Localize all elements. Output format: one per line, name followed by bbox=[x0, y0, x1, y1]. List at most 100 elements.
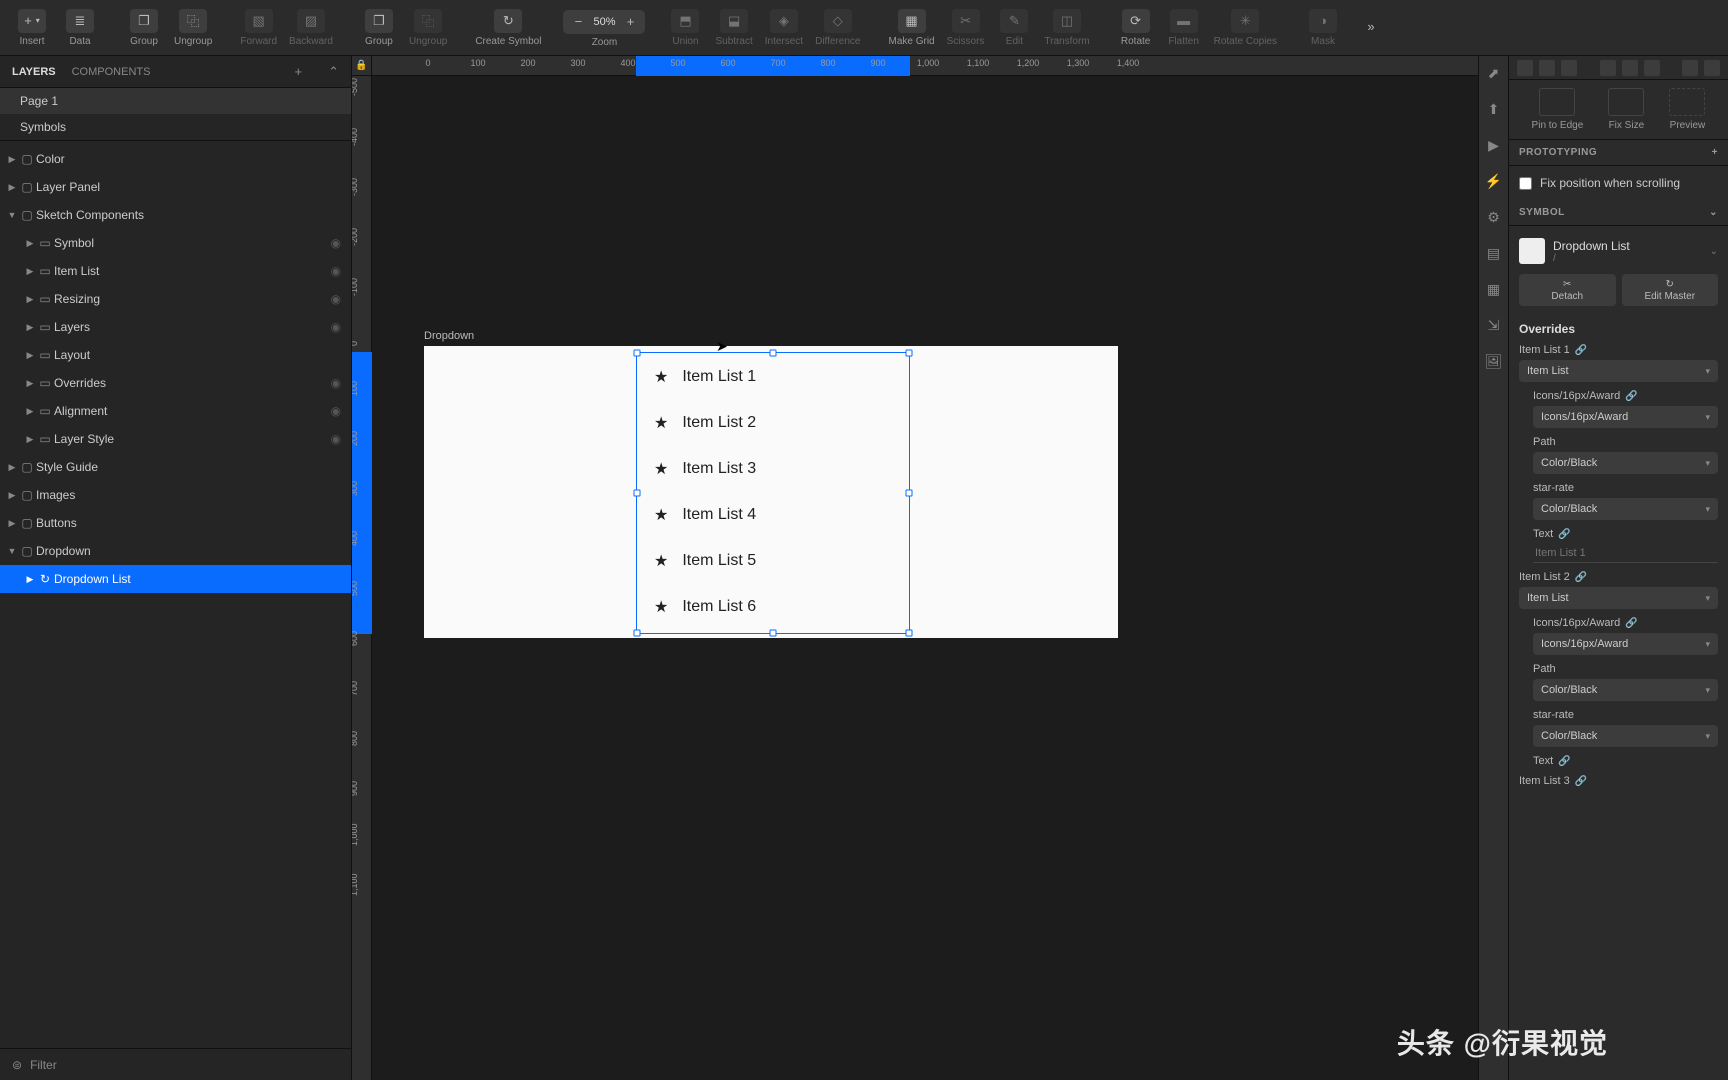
align-bottom-button[interactable] bbox=[1644, 60, 1660, 76]
difference-button[interactable]: ◇Difference bbox=[809, 0, 866, 56]
filter-bar[interactable]: ⊜ Filter bbox=[0, 1048, 351, 1080]
rotate-copies-button[interactable]: ✳Rotate Copies bbox=[1208, 0, 1283, 56]
prototyping-header[interactable]: PROTOTYPING+ bbox=[1509, 140, 1728, 166]
zoom-value[interactable]: 50% bbox=[587, 16, 621, 28]
override-item1-text-input[interactable] bbox=[1533, 544, 1718, 563]
layer-layer-style[interactable]: ▶▭Layer Style◉ bbox=[0, 425, 351, 453]
artboard-dropdown[interactable]: ★Item List 1 ★Item List 2 ★Item List 3 ★… bbox=[424, 346, 1118, 638]
strip-link-icon[interactable]: ⇲ bbox=[1485, 316, 1503, 334]
strip-layout-icon[interactable]: ▤ bbox=[1485, 244, 1503, 262]
override-item2-path-select[interactable]: Color/Black bbox=[1533, 679, 1718, 701]
detach-button[interactable]: ✂Detach bbox=[1519, 274, 1616, 306]
collapse-pages-button[interactable]: ⌃ bbox=[328, 64, 339, 80]
layer-style-guide[interactable]: ▶▢Style Guide bbox=[0, 453, 351, 481]
list-item[interactable]: ★Item List 3 bbox=[636, 446, 910, 492]
link-icon[interactable]: 🔗 bbox=[1575, 776, 1587, 787]
ungroup-button[interactable]: ⿻Ungroup bbox=[168, 0, 218, 56]
override-item1-star-select[interactable]: Color/Black bbox=[1533, 498, 1718, 520]
strip-grid-icon[interactable]: ▦ bbox=[1485, 280, 1503, 298]
tab-components[interactable]: COMPONENTS bbox=[72, 66, 151, 78]
link-icon[interactable]: 🔗 bbox=[1558, 756, 1570, 767]
align-middle-button[interactable] bbox=[1622, 60, 1638, 76]
align-top-button[interactable] bbox=[1600, 60, 1616, 76]
page-row-symbols[interactable]: Symbols bbox=[0, 114, 351, 140]
insert-button[interactable]: +Insert bbox=[8, 0, 56, 56]
layer-resizing[interactable]: ▶▭Resizing◉ bbox=[0, 285, 351, 313]
override-item1-icon-select[interactable]: Icons/16px/Award bbox=[1533, 406, 1718, 428]
subtract-button[interactable]: ⬓Subtract bbox=[709, 0, 758, 56]
symbol-instance-row[interactable]: Dropdown List / ⌄ bbox=[1519, 234, 1718, 268]
link-icon[interactable]: 🔗 bbox=[1625, 391, 1637, 402]
align-left-button[interactable] bbox=[1517, 60, 1533, 76]
group-button[interactable]: ❐Group bbox=[120, 0, 168, 56]
zoom-in-button[interactable]: + bbox=[621, 14, 639, 29]
ruler-horizontal[interactable]: 01002003004005006007008009001,0001,1001,… bbox=[372, 56, 1478, 76]
preview-control[interactable]: Preview bbox=[1669, 88, 1705, 131]
strip-gear-icon[interactable]: ⚙ bbox=[1485, 208, 1503, 226]
rotate-button[interactable]: ⟳Rotate bbox=[1112, 0, 1160, 56]
override-item1-symbol-select[interactable]: Item List bbox=[1519, 360, 1718, 382]
layer-overrides[interactable]: ▶▭Overrides◉ bbox=[0, 369, 351, 397]
list-item[interactable]: ★Item List 1 bbox=[636, 354, 910, 400]
edit-master-button[interactable]: ↻Edit Master bbox=[1622, 274, 1719, 306]
link-icon[interactable]: 🔗 bbox=[1575, 345, 1587, 356]
make-grid-button[interactable]: ▦Make Grid bbox=[883, 0, 941, 56]
layer-dropdown[interactable]: ▼▢Dropdown bbox=[0, 537, 351, 565]
scissors-button[interactable]: ✂Scissors bbox=[941, 0, 991, 56]
layer-layer-panel[interactable]: ▶▢Layer Panel bbox=[0, 173, 351, 201]
strip-prototype-icon[interactable]: ⚡ bbox=[1485, 172, 1503, 190]
strip-image-icon[interactable]: 🖼 bbox=[1485, 352, 1503, 370]
layer-images[interactable]: ▶▢Images bbox=[0, 481, 351, 509]
page-row-page1[interactable]: Page 1 bbox=[0, 88, 351, 114]
fix-position-checkbox[interactable]: Fix position when scrolling bbox=[1519, 174, 1718, 192]
link-icon[interactable]: 🔗 bbox=[1625, 618, 1637, 629]
data-button[interactable]: ≣Data bbox=[56, 0, 104, 56]
override-item2-star-select[interactable]: Color/Black bbox=[1533, 725, 1718, 747]
visibility-icon[interactable]: ◉ bbox=[331, 292, 341, 306]
layer-dropdown-list[interactable]: ▶↻Dropdown List bbox=[0, 565, 351, 593]
strip-cursor-icon[interactable]: ⬈ bbox=[1485, 64, 1503, 82]
layer-alignment[interactable]: ▶▭Alignment◉ bbox=[0, 397, 351, 425]
distribute-v-button[interactable] bbox=[1704, 60, 1720, 76]
strip-upload-icon[interactable]: ⬆ bbox=[1485, 100, 1503, 118]
symbol-collapse-icon[interactable]: ⌄ bbox=[1709, 207, 1718, 218]
fix-size-control[interactable]: Fix Size bbox=[1608, 88, 1644, 131]
zoom-control[interactable]: − 50% + bbox=[563, 10, 645, 34]
zoom-out-button[interactable]: − bbox=[569, 14, 587, 29]
ruler-origin-lock[interactable]: 🔒 bbox=[352, 56, 372, 76]
flatten-button[interactable]: ▬Flatten bbox=[1160, 0, 1208, 56]
align-right-button[interactable] bbox=[1561, 60, 1577, 76]
union-button[interactable]: ⬒Union bbox=[661, 0, 709, 56]
list-item[interactable]: ★Item List 2 bbox=[636, 400, 910, 446]
layer-sketch-components[interactable]: ▼▢Sketch Components bbox=[0, 201, 351, 229]
list-item[interactable]: ★Item List 6 bbox=[636, 584, 910, 630]
layer-color[interactable]: ▶▢Color bbox=[0, 145, 351, 173]
ruler-vertical[interactable]: -500-400-300-200-10001002003004005006007… bbox=[352, 76, 372, 1080]
mask-button[interactable]: ◑Mask bbox=[1299, 0, 1347, 56]
symbol-header[interactable]: SYMBOL⌄ bbox=[1509, 200, 1728, 226]
visibility-icon[interactable]: ◉ bbox=[331, 320, 341, 334]
canvas-area[interactable]: 🔒 01002003004005006007008009001,0001,100… bbox=[352, 56, 1478, 1080]
backward-button[interactable]: ▨Backward bbox=[283, 0, 339, 56]
artboard-label[interactable]: Dropdown bbox=[424, 330, 474, 342]
layer-layout[interactable]: ▶▭Layout bbox=[0, 341, 351, 369]
distribute-h-button[interactable] bbox=[1682, 60, 1698, 76]
group2-button[interactable]: ❐Group bbox=[355, 0, 403, 56]
override-item1-path-select[interactable]: Color/Black bbox=[1533, 452, 1718, 474]
visibility-icon[interactable]: ◉ bbox=[331, 432, 341, 446]
pin-to-edge-control[interactable]: Pin to Edge bbox=[1532, 88, 1584, 131]
list-item[interactable]: ★Item List 4 bbox=[636, 492, 910, 538]
add-page-button[interactable]: + bbox=[295, 64, 303, 79]
visibility-icon[interactable]: ◉ bbox=[331, 236, 341, 250]
align-center-button[interactable] bbox=[1539, 60, 1555, 76]
layer-item-list[interactable]: ▶▭Item List◉ bbox=[0, 257, 351, 285]
visibility-icon[interactable]: ◉ bbox=[331, 376, 341, 390]
link-icon[interactable]: 🔗 bbox=[1575, 572, 1587, 583]
layer-buttons[interactable]: ▶▢Buttons bbox=[0, 509, 351, 537]
symbol-swap-icon[interactable]: ⌄ bbox=[1710, 246, 1718, 257]
ungroup2-button[interactable]: ⿻Ungroup bbox=[403, 0, 453, 56]
transform-button[interactable]: ◫Transform bbox=[1038, 0, 1095, 56]
override-item2-symbol-select[interactable]: Item List bbox=[1519, 587, 1718, 609]
override-item2-icon-select[interactable]: Icons/16px/Award bbox=[1533, 633, 1718, 655]
layer-symbol[interactable]: ▶▭Symbol◉ bbox=[0, 229, 351, 257]
